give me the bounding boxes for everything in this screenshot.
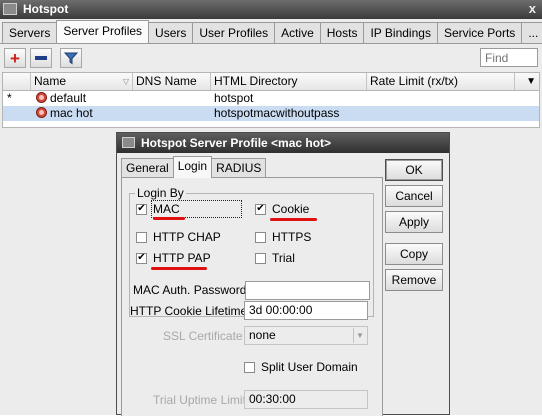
filter-button[interactable] xyxy=(60,48,82,68)
tab-divider xyxy=(0,43,542,44)
column-menu-icon[interactable]: ▼ xyxy=(526,73,536,90)
check-icon: ✔ xyxy=(255,203,266,215)
trial-label: Trial xyxy=(272,251,295,265)
remove-button[interactable] xyxy=(30,48,52,68)
tab-server-profiles[interactable]: Server Profiles xyxy=(56,20,150,43)
checkbox-box xyxy=(244,361,255,373)
cookie-lifetime-label: HTTP Cookie Lifetime: xyxy=(130,304,251,318)
tab-servers[interactable]: Servers xyxy=(2,22,58,43)
window-titlebar[interactable]: Hotspot x xyxy=(0,0,542,19)
dialog-window-icon xyxy=(122,137,135,148)
col-name[interactable]: Name xyxy=(31,73,133,90)
table-row[interactable]: * default hotspot xyxy=(3,91,539,106)
cookie-checkbox[interactable]: ✔ Cookie xyxy=(255,202,309,216)
table-row-selected[interactable]: mac hot hotspotmacwithoutpass xyxy=(3,106,539,121)
annotation-underline-cookie xyxy=(270,218,317,221)
https-checkbox[interactable]: HTTPS xyxy=(255,230,311,244)
tab-service-ports[interactable]: Service Ports xyxy=(436,22,523,43)
tab-ip-bindings[interactable]: IP Bindings xyxy=(363,22,438,43)
trial-checkbox[interactable]: Trial xyxy=(255,251,295,265)
row-name: mac hot xyxy=(36,106,93,121)
add-button[interactable]: + xyxy=(4,48,26,68)
profile-icon xyxy=(36,92,47,103)
cookie-lifetime-input[interactable]: 3d 00:00:00 xyxy=(244,301,368,320)
http-pap-label: HTTP PAP xyxy=(153,251,211,265)
tab-hosts[interactable]: Hosts xyxy=(319,22,365,43)
find-input[interactable] xyxy=(480,48,538,67)
tab-more[interactable]: ... xyxy=(521,22,542,43)
split-user-domain-label: Split User Domain xyxy=(261,360,358,374)
mac-label: MAC xyxy=(151,200,242,218)
server-profile-dialog: Hotspot Server Profile <mac hot> General… xyxy=(116,132,450,416)
apply-button[interactable]: Apply xyxy=(385,211,443,233)
window-icon xyxy=(3,3,17,15)
main-tabs: Servers Server Profiles Users User Profi… xyxy=(2,20,542,44)
trial-uptime-limit-label: Trial Uptime Limit xyxy=(153,393,246,407)
col-html-directory[interactable]: HTML Directory xyxy=(211,73,367,90)
mac-auth-password-input[interactable] xyxy=(245,281,370,300)
http-chap-checkbox[interactable]: HTTP CHAP xyxy=(136,230,221,244)
default-marker: * xyxy=(7,91,12,105)
login-by-group: Login By ✔ MAC ✔ Cookie HTTP CHAP HTTPS … xyxy=(129,186,374,317)
col-marker xyxy=(3,73,31,90)
tab-general[interactable]: General xyxy=(121,158,174,178)
mac-auth-password-label: MAC Auth. Password: xyxy=(133,283,250,297)
tab-login[interactable]: Login xyxy=(172,156,213,178)
tab-active[interactable]: Active xyxy=(274,22,321,43)
split-user-domain-checkbox[interactable]: Split User Domain xyxy=(244,360,358,374)
row-name: default xyxy=(36,91,86,106)
checkbox-box xyxy=(255,231,266,243)
minus-icon xyxy=(35,56,47,60)
tab-users[interactable]: Users xyxy=(148,22,194,43)
toolbar: + xyxy=(4,48,82,68)
col-rate-limit[interactable]: Rate Limit (rx/tx) xyxy=(367,73,515,90)
annotation-underline-mac xyxy=(153,217,185,220)
checkbox-box xyxy=(255,252,266,264)
ssl-certificate-value: none xyxy=(249,328,276,342)
https-label: HTTPS xyxy=(272,230,312,244)
dialog-tabs: General Login RADIUS xyxy=(121,156,267,178)
ssl-certificate-label: SSL Certificate xyxy=(163,329,243,343)
tab-radius[interactable]: RADIUS xyxy=(211,158,267,178)
trial-uptime-limit-input[interactable]: 00:30:00 xyxy=(244,390,368,409)
login-by-label: Login By xyxy=(135,186,186,200)
plus-icon: + xyxy=(10,48,20,68)
window-title: Hotspot xyxy=(23,2,69,16)
filter-icon xyxy=(64,52,78,65)
row-html-dir: hotspot xyxy=(214,91,254,105)
row-html-dir: hotspotmacwithoutpass xyxy=(214,106,340,120)
cancel-button[interactable]: Cancel xyxy=(385,185,443,207)
login-panel: Login By ✔ MAC ✔ Cookie HTTP CHAP HTTPS … xyxy=(121,177,383,416)
profiles-table: Name DNS Name HTML Directory Rate Limit … xyxy=(2,72,540,128)
ok-button[interactable]: OK xyxy=(385,159,443,181)
mac-checkbox[interactable]: ✔ MAC xyxy=(136,200,242,218)
ssl-certificate-select[interactable]: none ▼ xyxy=(244,326,368,345)
checkbox-box xyxy=(136,231,147,243)
http-pap-checkbox[interactable]: ✔ HTTP PAP xyxy=(136,251,211,265)
check-icon: ✔ xyxy=(136,252,147,264)
cookie-label: Cookie xyxy=(272,202,310,216)
copy-button[interactable]: Copy xyxy=(385,243,443,265)
table-header: Name DNS Name HTML Directory Rate Limit … xyxy=(3,73,539,91)
tab-user-profiles[interactable]: User Profiles xyxy=(192,22,276,43)
http-chap-label: HTTP CHAP xyxy=(153,230,221,244)
dialog-title: Hotspot Server Profile <mac hot> xyxy=(141,136,332,150)
annotation-underline-http-pap xyxy=(151,267,207,270)
remove-button[interactable]: Remove xyxy=(385,269,443,291)
dialog-titlebar[interactable]: Hotspot Server Profile <mac hot> xyxy=(117,133,449,153)
close-icon[interactable]: x xyxy=(529,1,536,16)
check-icon: ✔ xyxy=(136,203,147,215)
dropdown-arrow-icon: ▼ xyxy=(353,328,366,343)
profile-icon xyxy=(36,107,47,118)
col-dns-name[interactable]: DNS Name xyxy=(133,73,211,90)
